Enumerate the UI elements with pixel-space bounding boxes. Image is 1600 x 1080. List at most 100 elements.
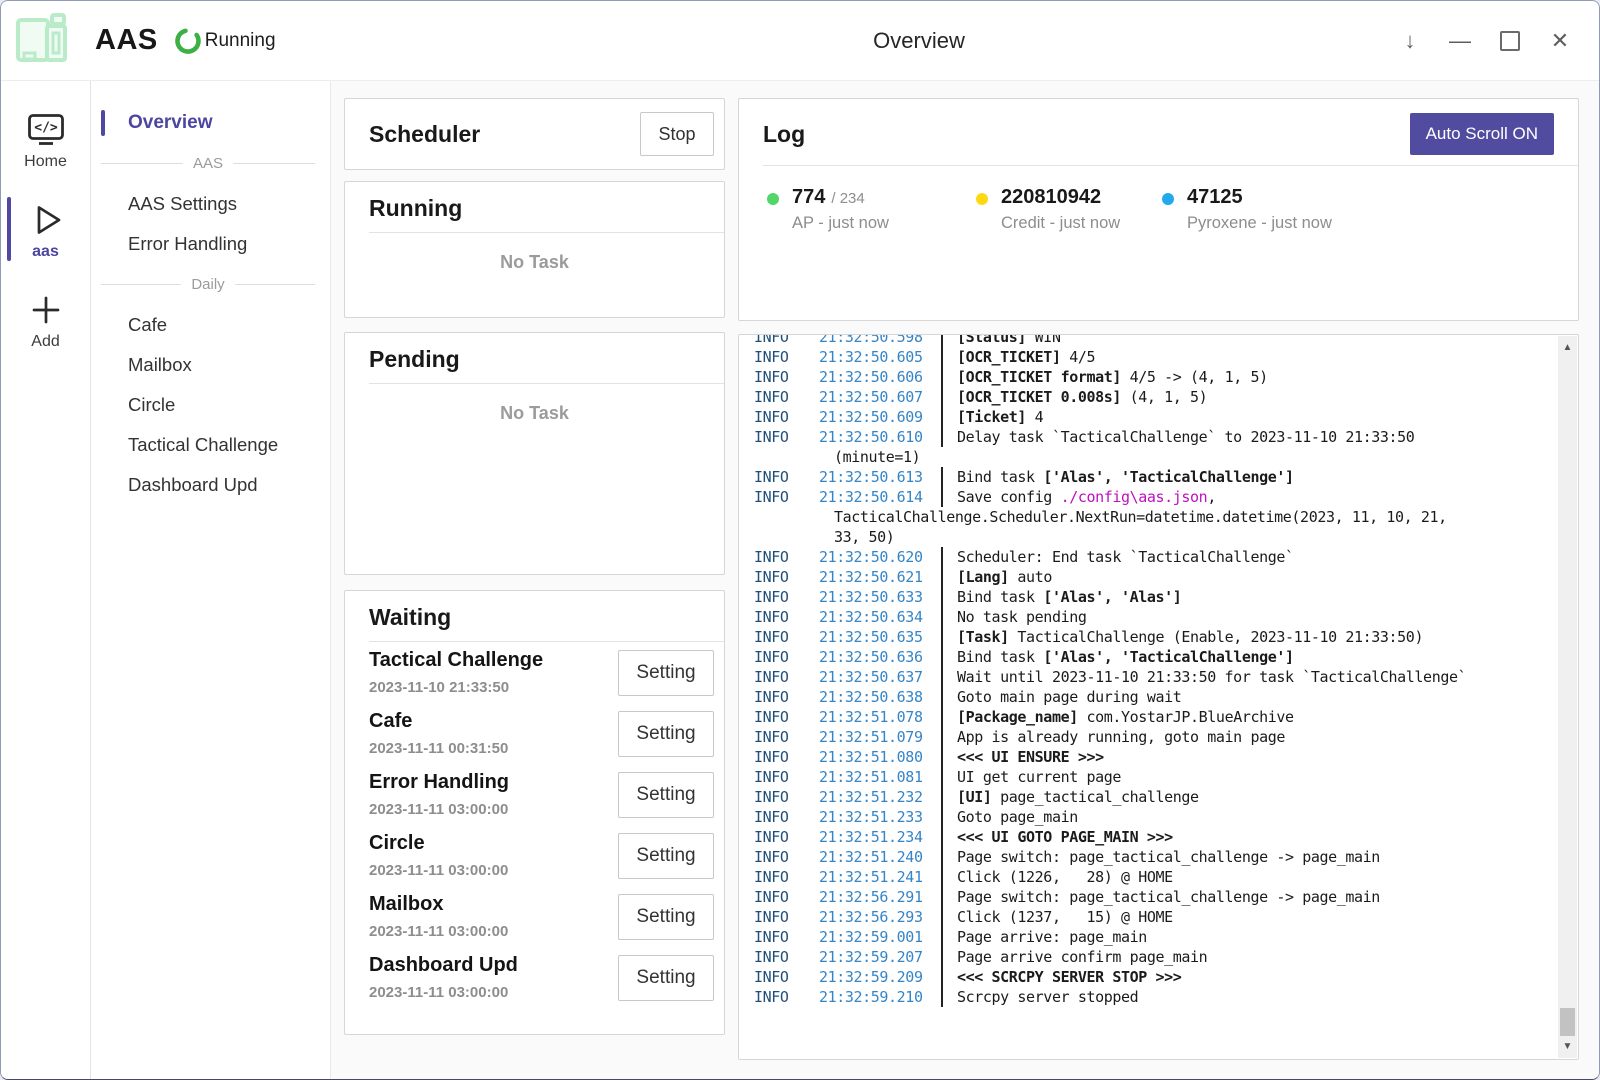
log-scrollbar[interactable]: ▲ ▼ xyxy=(1558,336,1577,1058)
close-icon: ✕ xyxy=(1551,28,1569,54)
task-row: Error Handling2023-11-11 03:00:00Setting xyxy=(345,764,724,825)
rail-item-home[interactable]: </>Home xyxy=(1,101,90,177)
log-text: Goto main page during wait xyxy=(957,688,1181,706)
sidebar-item-overview[interactable]: Overview xyxy=(91,103,330,143)
page-title: Overview xyxy=(873,28,965,54)
rail-item-add[interactable]: Add xyxy=(1,281,90,357)
log-text: [Lang] xyxy=(957,568,1009,586)
log-text: <<< UI GOTO PAGE_MAIN >>> xyxy=(957,828,1173,846)
stat-line: 220810942 xyxy=(1001,186,1120,209)
task-setting-button[interactable]: Setting xyxy=(618,833,714,879)
task-setting-button[interactable]: Setting xyxy=(618,894,714,940)
log-message: <<< UI ENSURE >>> xyxy=(957,747,1104,767)
log-separator xyxy=(941,767,943,787)
log-column: Log Auto Scroll ON 774/ 234AP - just now… xyxy=(738,98,1579,1079)
sidebar: OverviewAASAAS SettingsError HandlingDai… xyxy=(91,81,331,1079)
close-button[interactable]: ✕ xyxy=(1535,1,1585,81)
log-time: 21:32:50.637 xyxy=(819,667,941,687)
log-separator xyxy=(941,547,943,567)
rail-item-label: Add xyxy=(31,333,59,351)
log-text: TacticalChallenge (Enable, 2023-11-10 21… xyxy=(1009,628,1423,646)
task-setting-button[interactable]: Setting xyxy=(618,772,714,818)
log-message: [Package_name] com.YostarJP.BlueArchive xyxy=(957,707,1294,727)
sidebar-item-circle[interactable]: Circle xyxy=(91,385,330,425)
log-time: 21:32:51.078 xyxy=(819,707,941,727)
log-message: [Task] TacticalChallenge (Enable, 2023-1… xyxy=(957,627,1423,647)
scroll-up-button[interactable]: ▲ xyxy=(1558,342,1577,353)
log-message: Goto page_main xyxy=(957,807,1078,827)
log-level: INFO xyxy=(739,707,819,727)
stat-line: 774/ 234 xyxy=(792,186,889,209)
log-separator xyxy=(941,967,943,987)
sidebar-item-dashboard-upd[interactable]: Dashboard Upd xyxy=(91,465,330,505)
log-message: Page arrive confirm page_main xyxy=(957,947,1207,967)
tasks-column: Scheduler Stop Running No Task Pending N… xyxy=(344,98,725,1079)
log-line: INFO21:32:51.240Page switch: page_tactic… xyxy=(739,847,1578,867)
log-text: Click (1237, 15) @ HOME xyxy=(957,908,1173,926)
log-separator xyxy=(941,887,943,907)
sidebar-item-cafe[interactable]: Cafe xyxy=(91,305,330,345)
auto-scroll-button[interactable]: Auto Scroll ON xyxy=(1410,113,1554,155)
log-text: App is already running, goto main page xyxy=(957,728,1285,746)
log-level: INFO xyxy=(739,927,819,947)
scroll-thumb[interactable] xyxy=(1560,1008,1575,1036)
task-setting-button[interactable]: Setting xyxy=(618,711,714,757)
log-level: INFO xyxy=(739,767,819,787)
stat-label: AP - just now xyxy=(792,214,889,233)
task-setting-button[interactable]: Setting xyxy=(618,650,714,696)
log-level: INFO xyxy=(739,787,819,807)
log-time: 21:32:50.638 xyxy=(819,687,941,707)
maximize-button[interactable] xyxy=(1485,1,1535,81)
running-title: Running xyxy=(369,195,462,221)
task-next-run: 2023-11-11 00:31:50 xyxy=(369,740,508,757)
stat-item: 47125Pyroxene - just now xyxy=(1162,186,1332,233)
sidebar-divider-daily: Daily xyxy=(101,276,315,293)
task-info: Tactical Challenge2023-11-10 21:33:50 xyxy=(369,649,543,696)
log-level: INFO xyxy=(739,907,819,927)
collapse-button[interactable]: ↓ xyxy=(1385,1,1435,81)
sidebar-item-tactical-challenge[interactable]: Tactical Challenge xyxy=(91,425,330,465)
log-time: 21:32:50.636 xyxy=(819,647,941,667)
task-name: Mailbox xyxy=(369,893,508,916)
log-text: [OCR_TICKET] xyxy=(957,348,1061,366)
log-text: Page switch: page_tactical_challenge -> … xyxy=(957,888,1380,906)
log-line: INFO21:32:50.621[Lang] auto xyxy=(739,567,1578,587)
log-message: UI get current page xyxy=(957,767,1121,787)
log-level: INFO xyxy=(739,627,819,647)
stop-button[interactable]: Stop xyxy=(640,112,714,156)
log-level: INFO xyxy=(739,607,819,627)
log-line: INFO21:32:50.620Scheduler: End task `Tac… xyxy=(739,547,1578,567)
log-time: 21:32:50.614 xyxy=(819,487,941,507)
log-text: [OCR_TICKET 0.008s] xyxy=(957,388,1121,406)
task-row: Tactical Challenge2023-11-10 21:33:50 Set… xyxy=(345,642,724,703)
scroll-down-button[interactable]: ▼ xyxy=(1558,1041,1577,1052)
sidebar-item-mailbox[interactable]: Mailbox xyxy=(91,345,330,385)
log-level: INFO xyxy=(739,747,819,767)
log-line: INFO21:32:50.634No task pending xyxy=(739,607,1578,627)
log-time: 21:32:50.633 xyxy=(819,587,941,607)
stat-value: 774 xyxy=(792,186,825,209)
log-message: [Status] WIN xyxy=(957,334,1061,347)
log-text: [Status] xyxy=(957,334,1026,346)
log-level: INFO xyxy=(739,587,819,607)
log-time: 21:32:50.598 xyxy=(819,334,941,347)
task-setting-button[interactable]: Setting xyxy=(618,955,714,1001)
log-text: (4, 1, 5) xyxy=(1121,388,1207,406)
log-level: INFO xyxy=(739,647,819,667)
log-separator xyxy=(941,807,943,827)
rail-item-aas[interactable]: aas xyxy=(1,191,90,267)
log-level: INFO xyxy=(739,687,819,707)
log-line: INFO21:32:50.614Save config ./config\aas… xyxy=(739,487,1578,507)
log-line: INFO21:32:51.078 [Package_name] com.Yosta… xyxy=(739,707,1578,727)
sidebar-item-aas-settings[interactable]: AAS Settings xyxy=(91,184,330,224)
log-line: INFO21:32:50.605[OCR_TICKET] 4/5 xyxy=(739,347,1578,367)
waiting-task-list: Tactical Challenge2023-11-10 21:33:50 Set… xyxy=(345,642,724,1008)
log-time: 21:32:50.607 xyxy=(819,387,941,407)
log-message: Page switch: page_tactical_challenge -> … xyxy=(957,847,1380,867)
log-time: 21:32:51.240 xyxy=(819,847,941,867)
log-separator xyxy=(941,847,943,867)
minimize-button[interactable]: — xyxy=(1435,1,1485,81)
log-separator xyxy=(941,607,943,627)
titlebar: AAS Running Overview ↓—✕ xyxy=(1,1,1599,81)
sidebar-item-error-handling[interactable]: Error Handling xyxy=(91,224,330,264)
